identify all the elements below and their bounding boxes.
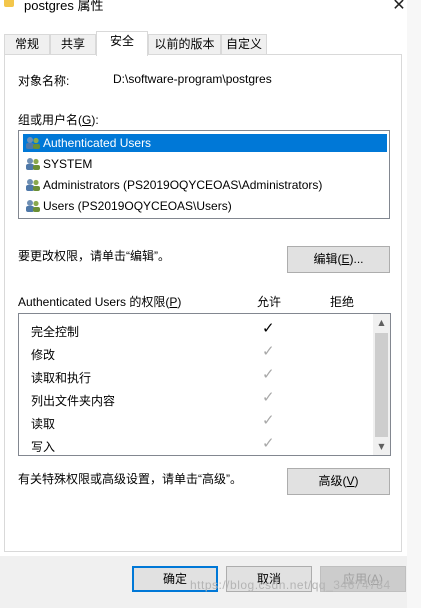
principal-name: Administrators (PS2019OQYCEOAS\Administr… bbox=[43, 178, 323, 192]
permission-name: 修改 bbox=[31, 348, 56, 362]
group-label: 组或用户名(G): bbox=[18, 113, 99, 127]
advanced-button[interactable]: 高级(V) bbox=[287, 468, 390, 495]
table-row: 读取 ✓ bbox=[19, 411, 373, 434]
scroll-down-icon[interactable]: ▼ bbox=[373, 438, 390, 455]
folder-icon bbox=[4, 0, 14, 7]
check-icon: ✓ bbox=[262, 411, 275, 429]
permissions-label: Authenticated Users 的权限(P) bbox=[18, 295, 182, 309]
tab-strip: 常规 共享 安全 以前的版本 自定义 bbox=[0, 31, 421, 56]
scroll-up-icon[interactable]: ▲ bbox=[373, 314, 390, 331]
apply-button[interactable]: 应用(A) bbox=[320, 566, 406, 592]
window-title: postgres 属性 bbox=[24, 0, 104, 13]
table-row: 修改 ✓ bbox=[19, 342, 373, 365]
tab-security[interactable]: 安全 bbox=[96, 31, 148, 56]
table-row: 列出文件夹内容 ✓ bbox=[19, 388, 373, 411]
cancel-button[interactable]: 取消 bbox=[226, 566, 312, 592]
tab-general[interactable]: 常规 bbox=[4, 34, 50, 55]
allow-column-header: 允许 bbox=[257, 295, 282, 309]
permissions-scrollbar[interactable]: ▲ ▼ bbox=[373, 314, 390, 455]
permissions-list: 完全控制 ✓ 修改 ✓ 读取和执行 ✓ 列出文件夹内容 ✓ 读取 ✓ 写入 ✓ … bbox=[18, 313, 391, 456]
users-icon bbox=[26, 158, 40, 170]
deny-column-header: 拒绝 bbox=[330, 295, 355, 309]
permission-name: 读取 bbox=[31, 417, 56, 431]
dialog-footer: 确定 取消 应用(A) bbox=[0, 556, 421, 608]
check-icon: ✓ bbox=[262, 388, 275, 406]
permission-name: 读取和执行 bbox=[31, 371, 92, 385]
title-bar: postgres 属性 ✕ bbox=[0, 0, 421, 31]
tab-previous-versions[interactable]: 以前的版本 bbox=[148, 34, 221, 55]
users-icon bbox=[26, 200, 40, 212]
change-permissions-hint: 要更改权限，请单击“编辑”。 bbox=[18, 249, 170, 263]
check-icon: ✓ bbox=[262, 365, 275, 383]
permission-name: 写入 bbox=[31, 440, 56, 454]
table-row: 完全控制 ✓ bbox=[19, 319, 373, 342]
window-edge-scrollbar bbox=[407, 0, 421, 608]
object-name-label: 对象名称: bbox=[18, 74, 70, 88]
check-icon: ✓ bbox=[262, 434, 275, 452]
table-row: 读取和执行 ✓ bbox=[19, 365, 373, 388]
scroll-thumb[interactable] bbox=[375, 333, 388, 437]
list-item[interactable]: Users (PS2019OQYCEOAS\Users) bbox=[23, 197, 387, 215]
list-item[interactable]: Authenticated Users bbox=[23, 134, 387, 152]
table-row: 写入 ✓ bbox=[19, 434, 373, 455]
users-icon bbox=[26, 179, 40, 191]
check-icon: ✓ bbox=[262, 319, 275, 337]
users-icon bbox=[26, 137, 40, 149]
tab-sharing[interactable]: 共享 bbox=[50, 34, 96, 55]
principal-name: Users (PS2019OQYCEOAS\Users) bbox=[43, 199, 232, 213]
check-icon: ✓ bbox=[262, 342, 275, 360]
principal-name: Authenticated Users bbox=[43, 136, 152, 150]
edit-button[interactable]: 编辑(E)... bbox=[287, 246, 390, 273]
permission-name: 列出文件夹内容 bbox=[31, 394, 116, 408]
list-item[interactable]: Administrators (PS2019OQYCEOAS\Administr… bbox=[23, 176, 387, 194]
principal-name: SYSTEM bbox=[43, 157, 93, 171]
object-name-value: D:\software-program\postgres bbox=[113, 72, 272, 86]
tab-customize[interactable]: 自定义 bbox=[221, 34, 267, 55]
permission-name: 完全控制 bbox=[31, 325, 80, 339]
ok-button[interactable]: 确定 bbox=[132, 566, 218, 592]
advanced-hint: 有关特殊权限或高级设置，请单击“高级”。 bbox=[18, 472, 242, 486]
principal-list[interactable]: Authenticated Users SYSTEM Administrator… bbox=[18, 130, 390, 219]
list-item[interactable]: SYSTEM bbox=[23, 155, 387, 173]
